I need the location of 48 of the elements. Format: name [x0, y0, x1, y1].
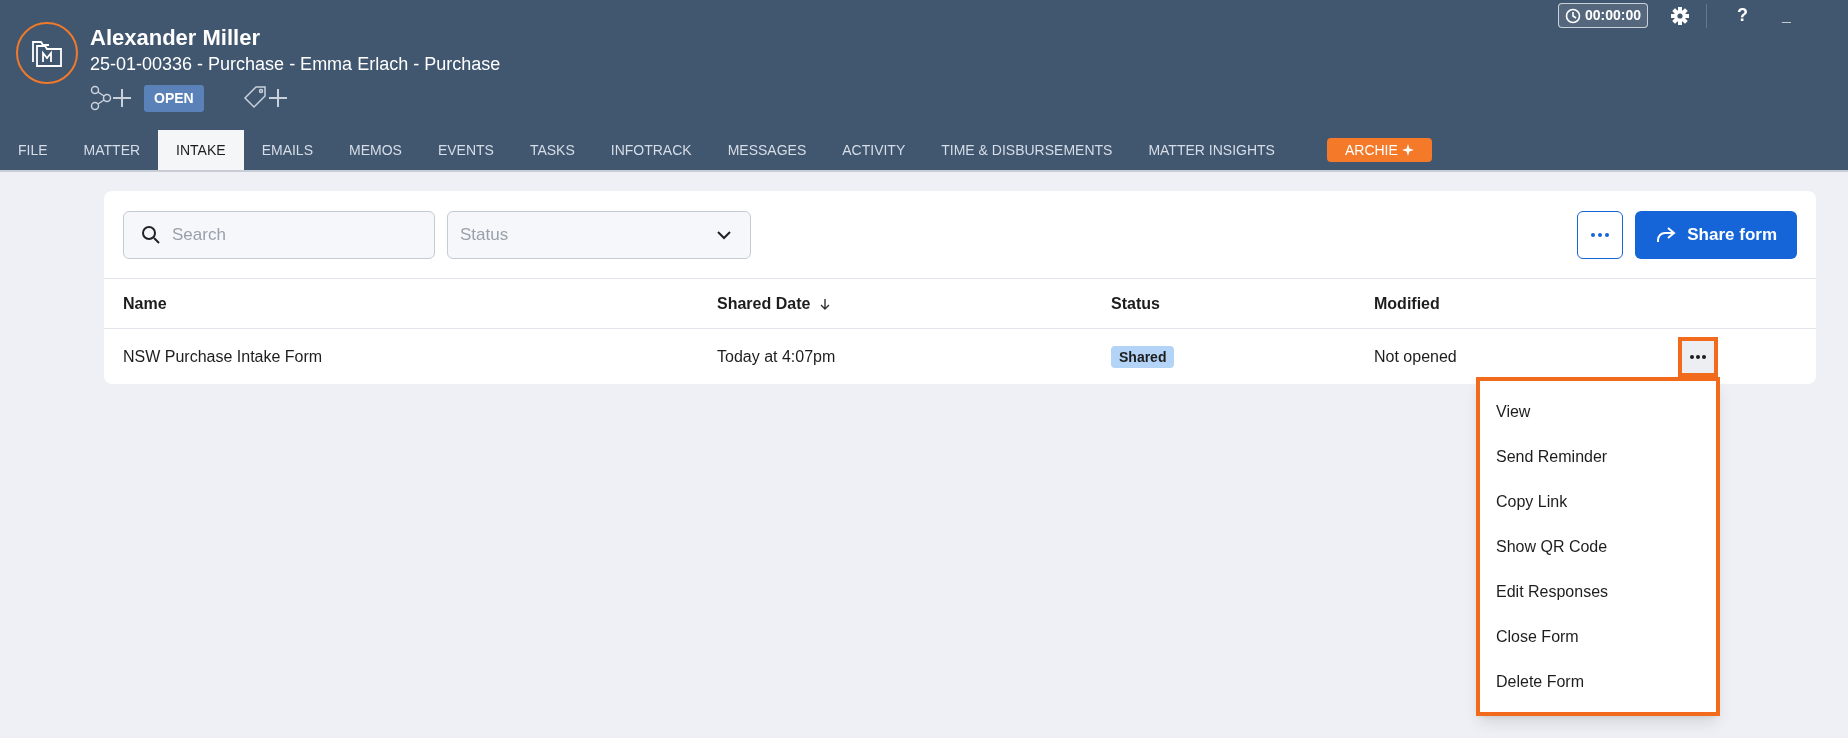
chevron-down-icon [716, 229, 732, 240]
tab[interactable]: FILE [0, 130, 66, 170]
table-cell-text: Not opened [1374, 346, 1458, 367]
sort-down-icon[interactable] [820, 297, 831, 310]
share-icon [1655, 225, 1678, 244]
tab[interactable]: EVENTS [419, 130, 512, 170]
menu-item[interactable]: Copy Link [1480, 479, 1716, 524]
settings-icon[interactable] [1670, 5, 1691, 26]
column-header[interactable]: Name [123, 291, 167, 316]
clock-icon [1565, 7, 1581, 24]
menu-item[interactable]: Delete Form [1480, 659, 1716, 704]
search-icon [141, 224, 161, 245]
row-actions-button[interactable] [1678, 336, 1718, 377]
status-tag: Shared [1111, 345, 1175, 368]
help-button[interactable]: ? [1737, 2, 1749, 29]
tab[interactable]: INTAKE [158, 130, 244, 170]
table-cell-text: Today at 4:07pm [717, 346, 837, 367]
more-icon [1690, 354, 1706, 359]
add-relation-icon[interactable] [90, 85, 134, 111]
matter-icon [16, 22, 78, 84]
search-field[interactable]: Search [123, 210, 435, 259]
more-options-button[interactable] [1577, 210, 1624, 259]
menu-item[interactable]: Close Form [1480, 614, 1716, 659]
column-header[interactable]: Shared Date [717, 291, 831, 316]
tab[interactable]: TIME & DISBURSEMENTS [923, 130, 1131, 170]
menu-item[interactable]: Send Reminder [1480, 434, 1716, 479]
matter-description: 25-01-00336 - Purchase - Emma Erlach - Purchase [90, 53, 501, 76]
menu-item[interactable]: Show QR Code [1480, 524, 1716, 569]
tab[interactable]: MEMOS [331, 130, 420, 170]
menu-item[interactable]: View [1480, 389, 1716, 434]
minimize-button[interactable]: _ [1782, 3, 1791, 28]
share-form-button[interactable]: Share form [1635, 210, 1797, 259]
table-cell-text: NSW Purchase Intake Form [123, 346, 324, 367]
tab[interactable]: MESSAGES [709, 130, 825, 170]
tab[interactable]: ACTIVITY [824, 130, 924, 170]
tab[interactable]: MATTER [65, 130, 159, 170]
tab[interactable]: EMAILS [243, 130, 331, 170]
tab[interactable]: TASKS [511, 130, 593, 170]
sparkle-icon [1401, 144, 1414, 156]
more-icon [1591, 232, 1610, 237]
tab[interactable]: MATTER INSIGHTS [1130, 130, 1293, 170]
column-header[interactable]: Modified [1374, 291, 1440, 316]
column-header[interactable]: Status [1111, 291, 1160, 316]
tab[interactable]: INFOTRACK [592, 130, 710, 170]
menu-item[interactable]: Edit Responses [1480, 569, 1716, 614]
status-badge: OPEN [144, 84, 204, 112]
client-name: Alexander Miller [90, 24, 261, 52]
timer[interactable]: 00:00:00 [1558, 3, 1649, 28]
